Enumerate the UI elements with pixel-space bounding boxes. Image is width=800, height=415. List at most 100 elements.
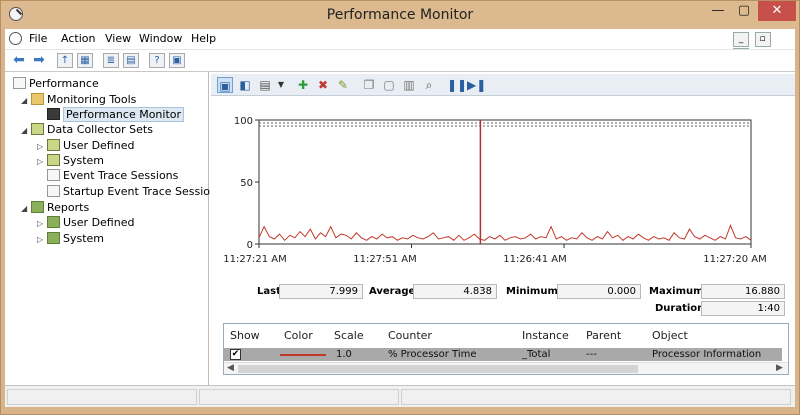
average-label: Average	[369, 286, 416, 297]
tree-item-reports-user-defined[interactable]: ▷ User Defined	[37, 215, 134, 231]
minimum-value: 0.000	[557, 284, 641, 299]
graph-toolbar: ▣ ◧ ▤ ▼ ✚ ✖ ✎ ❐ ▢ ▥ ⌕ ❚❚ ▶❚	[211, 74, 795, 96]
scroll-left-arrow-icon[interactable]: ◀	[227, 363, 234, 373]
copy-properties-icon[interactable]: ❐	[361, 77, 377, 93]
cell-scale: 1.0	[336, 349, 352, 360]
monitoring-tools-icon	[31, 93, 44, 105]
close-button[interactable]: ✕	[758, 1, 796, 21]
update-data-icon[interactable]: ▶❚	[467, 77, 486, 93]
duration-label: Duration	[655, 303, 705, 314]
paste-counter-list-icon[interactable]: ▢	[381, 77, 397, 93]
menu-view[interactable]: View	[105, 32, 131, 45]
tree-item-startup-event-trace-sessions[interactable]: Startup Event Trace Sessions	[47, 184, 223, 200]
highlight-icon[interactable]: ✎	[335, 77, 351, 93]
y-tick-label: 0	[247, 240, 253, 251]
plot-area	[258, 119, 752, 245]
expand-arrow-icon[interactable]: ▷	[37, 216, 47, 232]
reports-icon	[31, 201, 44, 213]
last-value: 7.999	[279, 284, 363, 299]
mdi-restore-button[interactable]: ▫	[754, 32, 771, 47]
properties-icon[interactable]: ≣	[103, 53, 119, 68]
counter-color-swatch	[280, 354, 326, 356]
tree-item-system[interactable]: ▷ System	[37, 153, 104, 169]
change-graph-type-icon[interactable]: ▤	[257, 77, 273, 93]
performance-icon	[13, 77, 26, 89]
x-tick-label: 11:26:41 AM	[503, 254, 567, 265]
column-header-color[interactable]: Color	[284, 329, 313, 342]
column-header-instance[interactable]: Instance	[522, 329, 569, 342]
mdi-controls: _ ▫ ×	[731, 31, 791, 63]
title-bar[interactable]: Performance Monitor — ▢ ✕	[1, 1, 799, 29]
tree-item-performance-monitor[interactable]: Performance Monitor	[47, 107, 185, 123]
export-list-icon[interactable]: ▤	[123, 53, 139, 68]
show-hide-tree-icon[interactable]: ▦	[77, 53, 93, 68]
expand-arrow-icon[interactable]: ▷	[37, 154, 47, 170]
y-tick-label: 100	[234, 116, 253, 127]
minimize-button[interactable]: —	[706, 1, 730, 21]
expand-arrow-icon[interactable]: ▷	[37, 232, 47, 248]
status-bar	[5, 385, 795, 407]
last-label: Last	[257, 286, 281, 297]
maximum-value: 16.880	[701, 284, 785, 299]
show-checkbox[interactable]: ✔	[230, 349, 241, 360]
column-header-object[interactable]: Object	[652, 329, 688, 342]
forward-arrow-icon[interactable]: ➡	[31, 53, 47, 68]
back-arrow-icon[interactable]: ⬅	[11, 53, 27, 68]
tree-item-data-collector-sets[interactable]: ◢ Data Collector Sets	[21, 122, 153, 138]
column-header-show[interactable]: Show	[230, 329, 260, 342]
tree-item-user-defined[interactable]: ▷ User Defined	[37, 138, 134, 154]
statistics-panel: Last 7.999 Average 4.838 Minimum 0.000 M…	[211, 282, 795, 316]
performance-line-chart[interactable]: 0 50 100 11:27:21 AM 11:27:51 AM 11:26:41 AM 1…	[211, 112, 795, 272]
table-row[interactable]: ✔ 1.0 % Processor Time _Total --- Proces…	[224, 348, 782, 361]
menu-action[interactable]: Action	[61, 32, 95, 45]
menu-bar: File Action View Window Help _ ▫ ×	[5, 29, 795, 63]
tree-item-reports[interactable]: ◢ Reports	[21, 200, 89, 216]
show-hide-action-pane-icon[interactable]: ▣	[169, 53, 185, 68]
column-header-parent[interactable]: Parent	[586, 329, 621, 342]
view-current-activity-icon[interactable]: ▣	[217, 77, 233, 93]
freeze-display-icon[interactable]: ❚❚	[447, 77, 467, 93]
view-log-data-icon[interactable]: ◧	[237, 77, 253, 93]
minimum-label: Minimum	[506, 286, 558, 297]
performance-monitor-pane: ▣ ◧ ▤ ▼ ✚ ✖ ✎ ❐ ▢ ▥ ⌕ ❚❚ ▶❚ 0 50 100 11:27:…	[211, 72, 795, 386]
collapse-arrow-icon[interactable]: ◢	[21, 123, 31, 139]
tree-item-event-trace-sessions[interactable]: Event Trace Sessions	[47, 168, 178, 184]
add-counter-icon[interactable]: ✚	[295, 77, 311, 93]
collapse-arrow-icon[interactable]: ◢	[21, 201, 31, 217]
help-icon[interactable]: ?	[149, 53, 165, 68]
status-segment-2	[199, 389, 399, 405]
tree-item-performance[interactable]: Performance	[13, 76, 99, 92]
main-toolbar: ⬅ ➡ ↑ ▦ ≣ ▤ ? ▣	[5, 49, 795, 71]
collapse-arrow-icon[interactable]: ◢	[21, 93, 31, 109]
status-segment-1	[7, 389, 197, 405]
delete-counter-icon[interactable]: ✖	[315, 77, 331, 93]
mdi-minimize-button[interactable]: _	[733, 32, 749, 47]
system-menu-icon[interactable]	[9, 32, 22, 45]
menu-file[interactable]: File	[29, 32, 47, 45]
cell-object: Processor Information	[652, 349, 762, 360]
tree-item-reports-system[interactable]: ▷ System	[37, 231, 104, 247]
scroll-right-arrow-icon[interactable]: ▶	[776, 363, 783, 373]
tree-item-monitoring-tools[interactable]: ◢ Monitoring Tools	[21, 92, 136, 108]
window-title: Performance Monitor	[326, 7, 474, 23]
duration-value: 1:40	[701, 301, 785, 316]
average-value: 4.838	[413, 284, 497, 299]
zoom-icon[interactable]: ⌕	[421, 77, 437, 93]
graph-properties-icon[interactable]: ▥	[401, 77, 417, 93]
column-header-counter[interactable]: Counter	[388, 329, 432, 342]
page-icon	[47, 185, 60, 197]
horizontal-scrollbar[interactable]: ◀ ▶	[224, 362, 788, 374]
menu-window[interactable]: Window	[139, 32, 182, 45]
up-folder-icon[interactable]: ↑	[57, 53, 73, 68]
data-collector-sets-icon	[31, 123, 44, 135]
column-header-scale[interactable]: Scale	[334, 329, 364, 342]
performance-monitor-window: Performance Monitor — ▢ ✕ File Action Vi…	[0, 0, 800, 415]
maximum-label: Maximum	[649, 286, 704, 297]
menu-help[interactable]: Help	[191, 32, 216, 45]
graph-type-dropdown-icon[interactable]: ▼	[273, 77, 289, 93]
maximize-button[interactable]: ▢	[732, 1, 756, 21]
scrollbar-thumb[interactable]	[238, 365, 638, 373]
status-segment-3	[401, 389, 791, 405]
user-defined-icon	[47, 139, 60, 151]
y-tick-label: 50	[240, 178, 253, 189]
